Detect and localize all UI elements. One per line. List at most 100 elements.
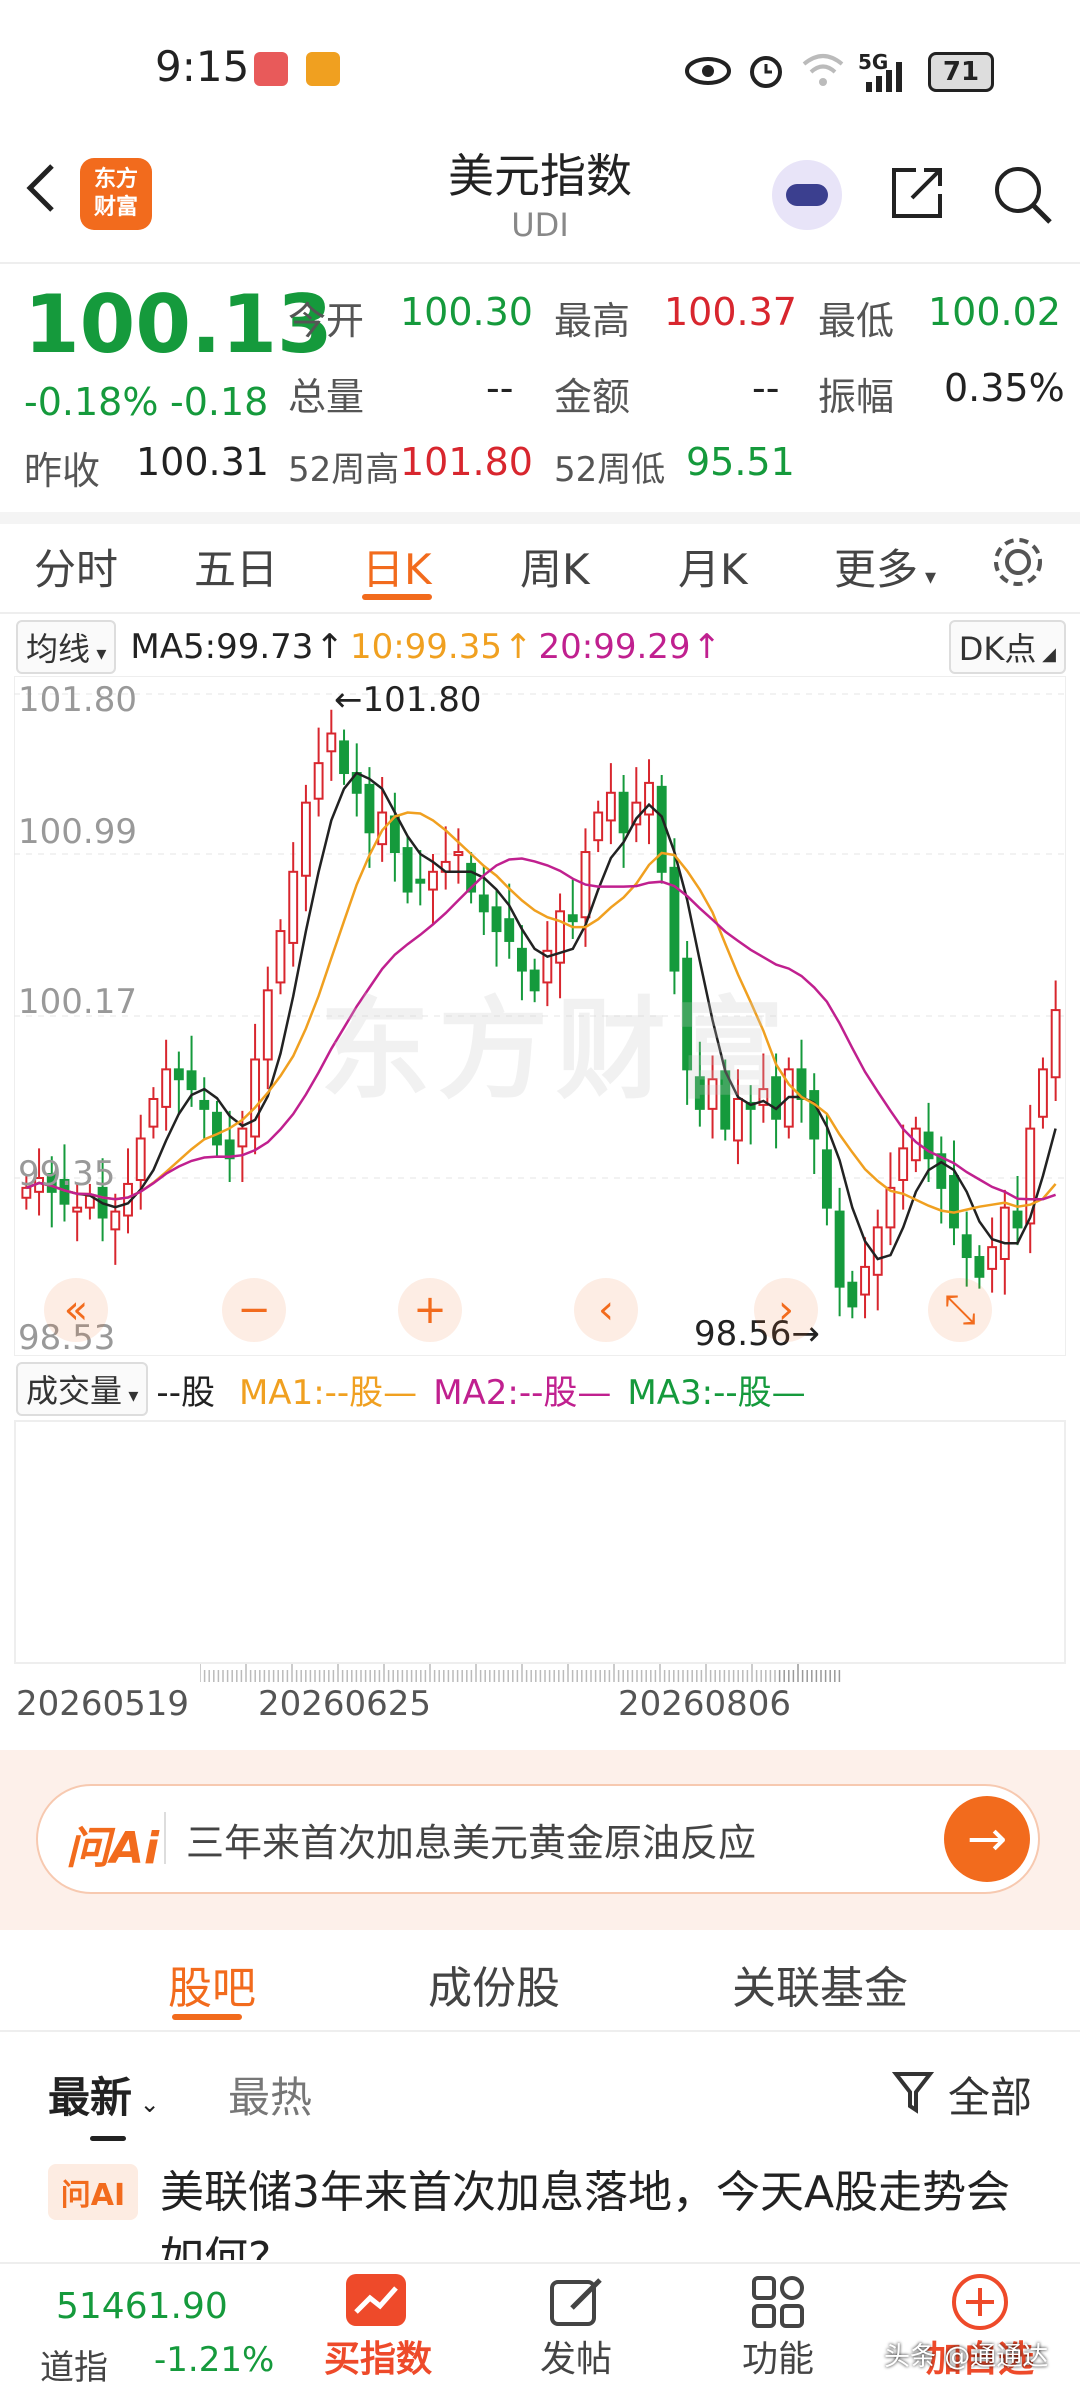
filter-all[interactable]: 全部 xyxy=(948,2064,1032,2125)
volume-indicator-select[interactable]: 成交量 ▾ xyxy=(16,1362,149,1416)
candle-body xyxy=(212,1111,222,1146)
share-icon[interactable] xyxy=(886,162,948,224)
zoom-in-button[interactable]: + xyxy=(398,1278,462,1342)
sort-latest[interactable]: 最新 ⌄ xyxy=(48,2064,160,2125)
alarm-icon xyxy=(750,56,782,88)
candle-body xyxy=(453,851,464,857)
candle-body xyxy=(999,1206,1010,1261)
nav-buy-index[interactable]: 买指数 xyxy=(310,2330,446,2382)
candle-body xyxy=(173,1068,184,1081)
tab-intraday[interactable]: 分时 xyxy=(34,536,118,597)
ma20-value: 20:99.29 xyxy=(538,627,691,667)
prev-close-value: 100.31 xyxy=(136,440,269,484)
dk-point-button[interactable]: DK点 ◢ xyxy=(948,620,1066,674)
fullscreen-icon[interactable]: ⤡ xyxy=(928,1278,992,1342)
candle-body xyxy=(618,791,629,834)
y-tick-label: 101.80 xyxy=(18,680,137,720)
candle-body xyxy=(326,732,337,753)
candle-body xyxy=(135,1137,146,1181)
filter-icon[interactable] xyxy=(892,2070,934,2114)
candle-body xyxy=(237,1127,248,1148)
tab-weekly-k[interactable]: 周K xyxy=(520,536,590,597)
candle-body xyxy=(923,1131,934,1160)
edit-post-icon[interactable] xyxy=(548,2274,606,2330)
ai-query-text[interactable]: 三年来首次加息美元黄金原油反应 xyxy=(186,1812,756,1867)
candle-body xyxy=(1012,1210,1023,1229)
tab-monthly-k[interactable]: 月K xyxy=(678,536,748,597)
ma5-value: MA5:99.73 xyxy=(130,627,314,667)
amplitude-label: 振幅 xyxy=(818,375,895,419)
candle-body xyxy=(402,847,413,893)
tab-constituents[interactable]: 成份股 xyxy=(428,1952,560,2016)
notification-icon xyxy=(254,52,288,86)
tab-daily-k[interactable]: 日K xyxy=(362,536,432,597)
tab-five-day[interactable]: 五日 xyxy=(194,536,278,597)
corner-icon: ◢ xyxy=(1036,644,1056,665)
candle-body xyxy=(860,1265,870,1296)
volume-chart[interactable] xyxy=(14,1420,1066,1664)
high-label: 最高 xyxy=(554,299,631,343)
nav-functions[interactable]: 功能 xyxy=(718,2330,838,2382)
chart-watermark: 东方财富 xyxy=(320,986,792,1114)
add-plus-icon[interactable] xyxy=(950,2272,1010,2332)
volume-label: 总量 xyxy=(288,375,365,419)
candle-body xyxy=(415,878,426,884)
eye-icon xyxy=(685,57,731,85)
post-title[interactable]: 美联储3年来首次加息落地，今天A股走势会如何? xyxy=(160,2160,1040,2260)
nav-post[interactable]: 发帖 xyxy=(516,2330,636,2382)
candle-body xyxy=(567,914,578,923)
dow-value[interactable]: 51461.90 xyxy=(56,2286,228,2327)
search-icon[interactable] xyxy=(990,162,1054,226)
candle-body xyxy=(898,1147,909,1181)
scroll-left-fast-button[interactable]: « xyxy=(44,1278,108,1342)
tab-indicator xyxy=(90,2136,126,2141)
candle-body xyxy=(987,1246,998,1270)
notification-icon xyxy=(306,52,340,86)
divider xyxy=(0,612,1080,614)
tab-related-funds[interactable]: 关联基金 xyxy=(732,1952,908,2016)
scroll-right-button[interactable]: › xyxy=(754,1278,818,1342)
dropdown-icon: ▾ xyxy=(918,565,937,590)
candle-body xyxy=(847,1281,858,1308)
amount-value: -- xyxy=(752,366,780,410)
candle-body xyxy=(656,785,667,873)
candle-body xyxy=(313,762,324,800)
functions-grid-icon[interactable] xyxy=(750,2274,806,2330)
up-arrow-icon: ↑ xyxy=(504,627,533,667)
candle-body xyxy=(186,1070,197,1091)
ai-badge: 问AI xyxy=(48,2164,138,2220)
dow-label: 道指 xyxy=(40,2348,108,2388)
tab-stock-forum[interactable]: 股吧 xyxy=(168,1952,256,2016)
settings-gear-icon[interactable] xyxy=(990,534,1046,590)
candle-body xyxy=(148,1097,159,1128)
ai-assistant-icon[interactable] xyxy=(772,160,842,230)
arrow-right-icon[interactable]: → xyxy=(944,1796,1030,1882)
up-arrow-icon: ↑ xyxy=(692,627,722,667)
zoom-out-button[interactable]: − xyxy=(222,1278,286,1342)
candle-body xyxy=(593,811,604,842)
candle-body xyxy=(250,1058,261,1138)
dropdown-icon: ▾ xyxy=(90,641,107,665)
y-tick-label: 100.17 xyxy=(18,982,137,1022)
divider xyxy=(164,1812,166,1864)
candle-body xyxy=(428,870,438,891)
candle-body xyxy=(809,1090,820,1140)
candle-body xyxy=(834,1210,845,1288)
max-annotation: ←101.80 xyxy=(334,680,482,720)
w52-low-label: 52周低 xyxy=(554,450,666,490)
candle-body xyxy=(885,1186,896,1229)
candle-body xyxy=(669,866,680,972)
scroll-left-button[interactable]: ‹ xyxy=(574,1278,638,1342)
time-scrollbar[interactable] xyxy=(200,1664,1060,1682)
dropdown-icon: ▾ xyxy=(122,1383,139,1407)
chart-trend-icon[interactable] xyxy=(346,2274,406,2326)
candle-body xyxy=(1037,1068,1048,1118)
candle-body xyxy=(949,1175,959,1229)
w52-high-value: 101.80 xyxy=(400,440,533,484)
candle-body xyxy=(110,1210,121,1231)
candle-body xyxy=(300,801,311,877)
candle-body xyxy=(491,906,502,933)
tab-more[interactable]: 更多 ▾ xyxy=(834,536,936,597)
indicator-select[interactable]: 均线 ▾ xyxy=(16,620,117,674)
sort-hot[interactable]: 最热 xyxy=(228,2064,312,2125)
